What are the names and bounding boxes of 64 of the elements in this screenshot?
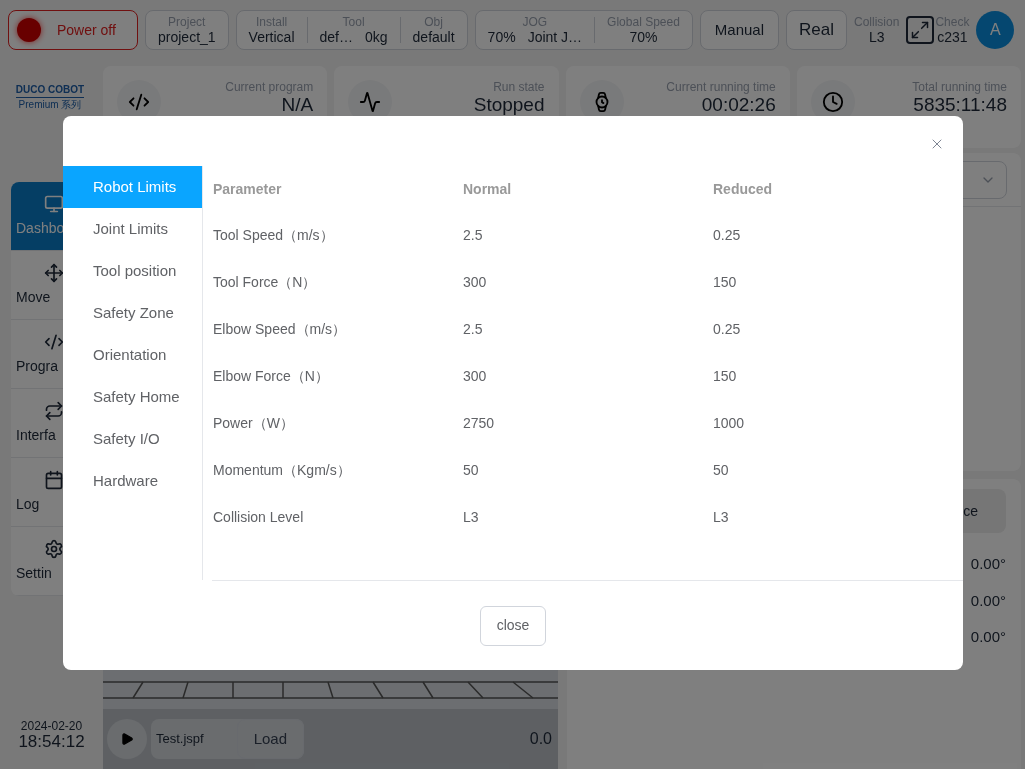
field-value: default: [412, 29, 455, 45]
table-cell-text: L3: [713, 508, 730, 527]
play-icon: [120, 732, 134, 746]
table-cell-text: Elbow Force（N）: [213, 367, 330, 386]
play-button[interactable]: [107, 719, 147, 759]
column-header: Normal: [463, 179, 513, 199]
speed-reading: 0.0: [529, 729, 553, 749]
move-arrows-icon: [44, 262, 64, 283]
table-cell-text: 0.25: [713, 226, 742, 245]
field-value: 0kg: [365, 29, 388, 45]
field-value: def…: [319, 29, 353, 45]
date-text: 2024-02-20: [20, 719, 83, 733]
field-value: project_1: [158, 29, 216, 45]
user-avatar[interactable]: A: [976, 11, 1015, 49]
column-header: Parameter: [213, 179, 283, 199]
settings-icon: [44, 538, 64, 559]
table-cell-text: 1000: [713, 414, 746, 433]
stat-value: Stopped: [473, 94, 545, 116]
joint-reading: 0.00°: [970, 627, 1006, 647]
repeat-icon: [44, 400, 64, 421]
column-header: Reduced: [713, 179, 774, 199]
table-cell-text: Tool Force（N）: [213, 273, 318, 292]
field-value: Vertical: [248, 29, 295, 45]
calendar-icon: [44, 469, 64, 490]
real-mode-button[interactable]: Real: [786, 10, 847, 50]
table-cell-text: 300: [463, 367, 488, 386]
power-off-button[interactable]: Power off: [8, 10, 138, 50]
table-cell-text: 150: [713, 367, 738, 386]
field-value: Joint J…: [527, 29, 583, 45]
series-text: Premium 系列: [18, 98, 82, 111]
dialog-nav-item[interactable]: Robot Limits: [63, 166, 202, 208]
table-cell-text: Tool Speed（m/s）: [213, 226, 335, 245]
stat-value: 00:02:26: [701, 94, 776, 116]
code-icon: [128, 91, 150, 113]
program-file-field[interactable]: Test.jspf Load: [151, 719, 304, 759]
table-cell-text: 0.25: [713, 320, 742, 339]
joint-reading: 0.00°: [970, 590, 1006, 611]
table-cell-text: Power（W）: [213, 414, 295, 433]
table-cell-text: 2.5: [463, 320, 484, 339]
stat-value: N/A: [281, 94, 314, 116]
time-text: 18:54:12: [18, 733, 85, 751]
table-cell-text: 50: [463, 461, 480, 480]
field-value: 70%: [629, 29, 658, 45]
collision-value: L3: [868, 29, 885, 45]
stat-value: 5835:11:48: [913, 94, 1007, 116]
close-button[interactable]: close: [479, 605, 547, 646]
table-cell-text: 50: [713, 461, 730, 480]
table-cell-text: 150: [713, 273, 738, 292]
clock-icon: [821, 91, 844, 113]
table-cell-text: 2.5: [463, 226, 484, 245]
check-value: c231: [937, 29, 968, 45]
expand-icon[interactable]: [906, 16, 935, 44]
table-cell-text: 300: [463, 273, 488, 292]
brand-logo-text: DUCO COBOT: [15, 84, 85, 98]
table-cell-text: Collision Level: [213, 508, 305, 527]
table-cell-text: L3: [463, 508, 480, 527]
field-value: 70%: [487, 29, 516, 45]
table-cell-text: 2750: [463, 414, 496, 433]
table-cell-text: Momentum（Kgm/s）: [213, 461, 352, 480]
table-cell-text: Elbow Speed（m/s）: [213, 320, 348, 339]
joint-reading: 0.00°: [970, 554, 1006, 574]
pulse-icon: [359, 91, 382, 113]
power-indicator-icon: [17, 18, 41, 42]
manual-mode-button[interactable]: Manual: [699, 10, 780, 50]
